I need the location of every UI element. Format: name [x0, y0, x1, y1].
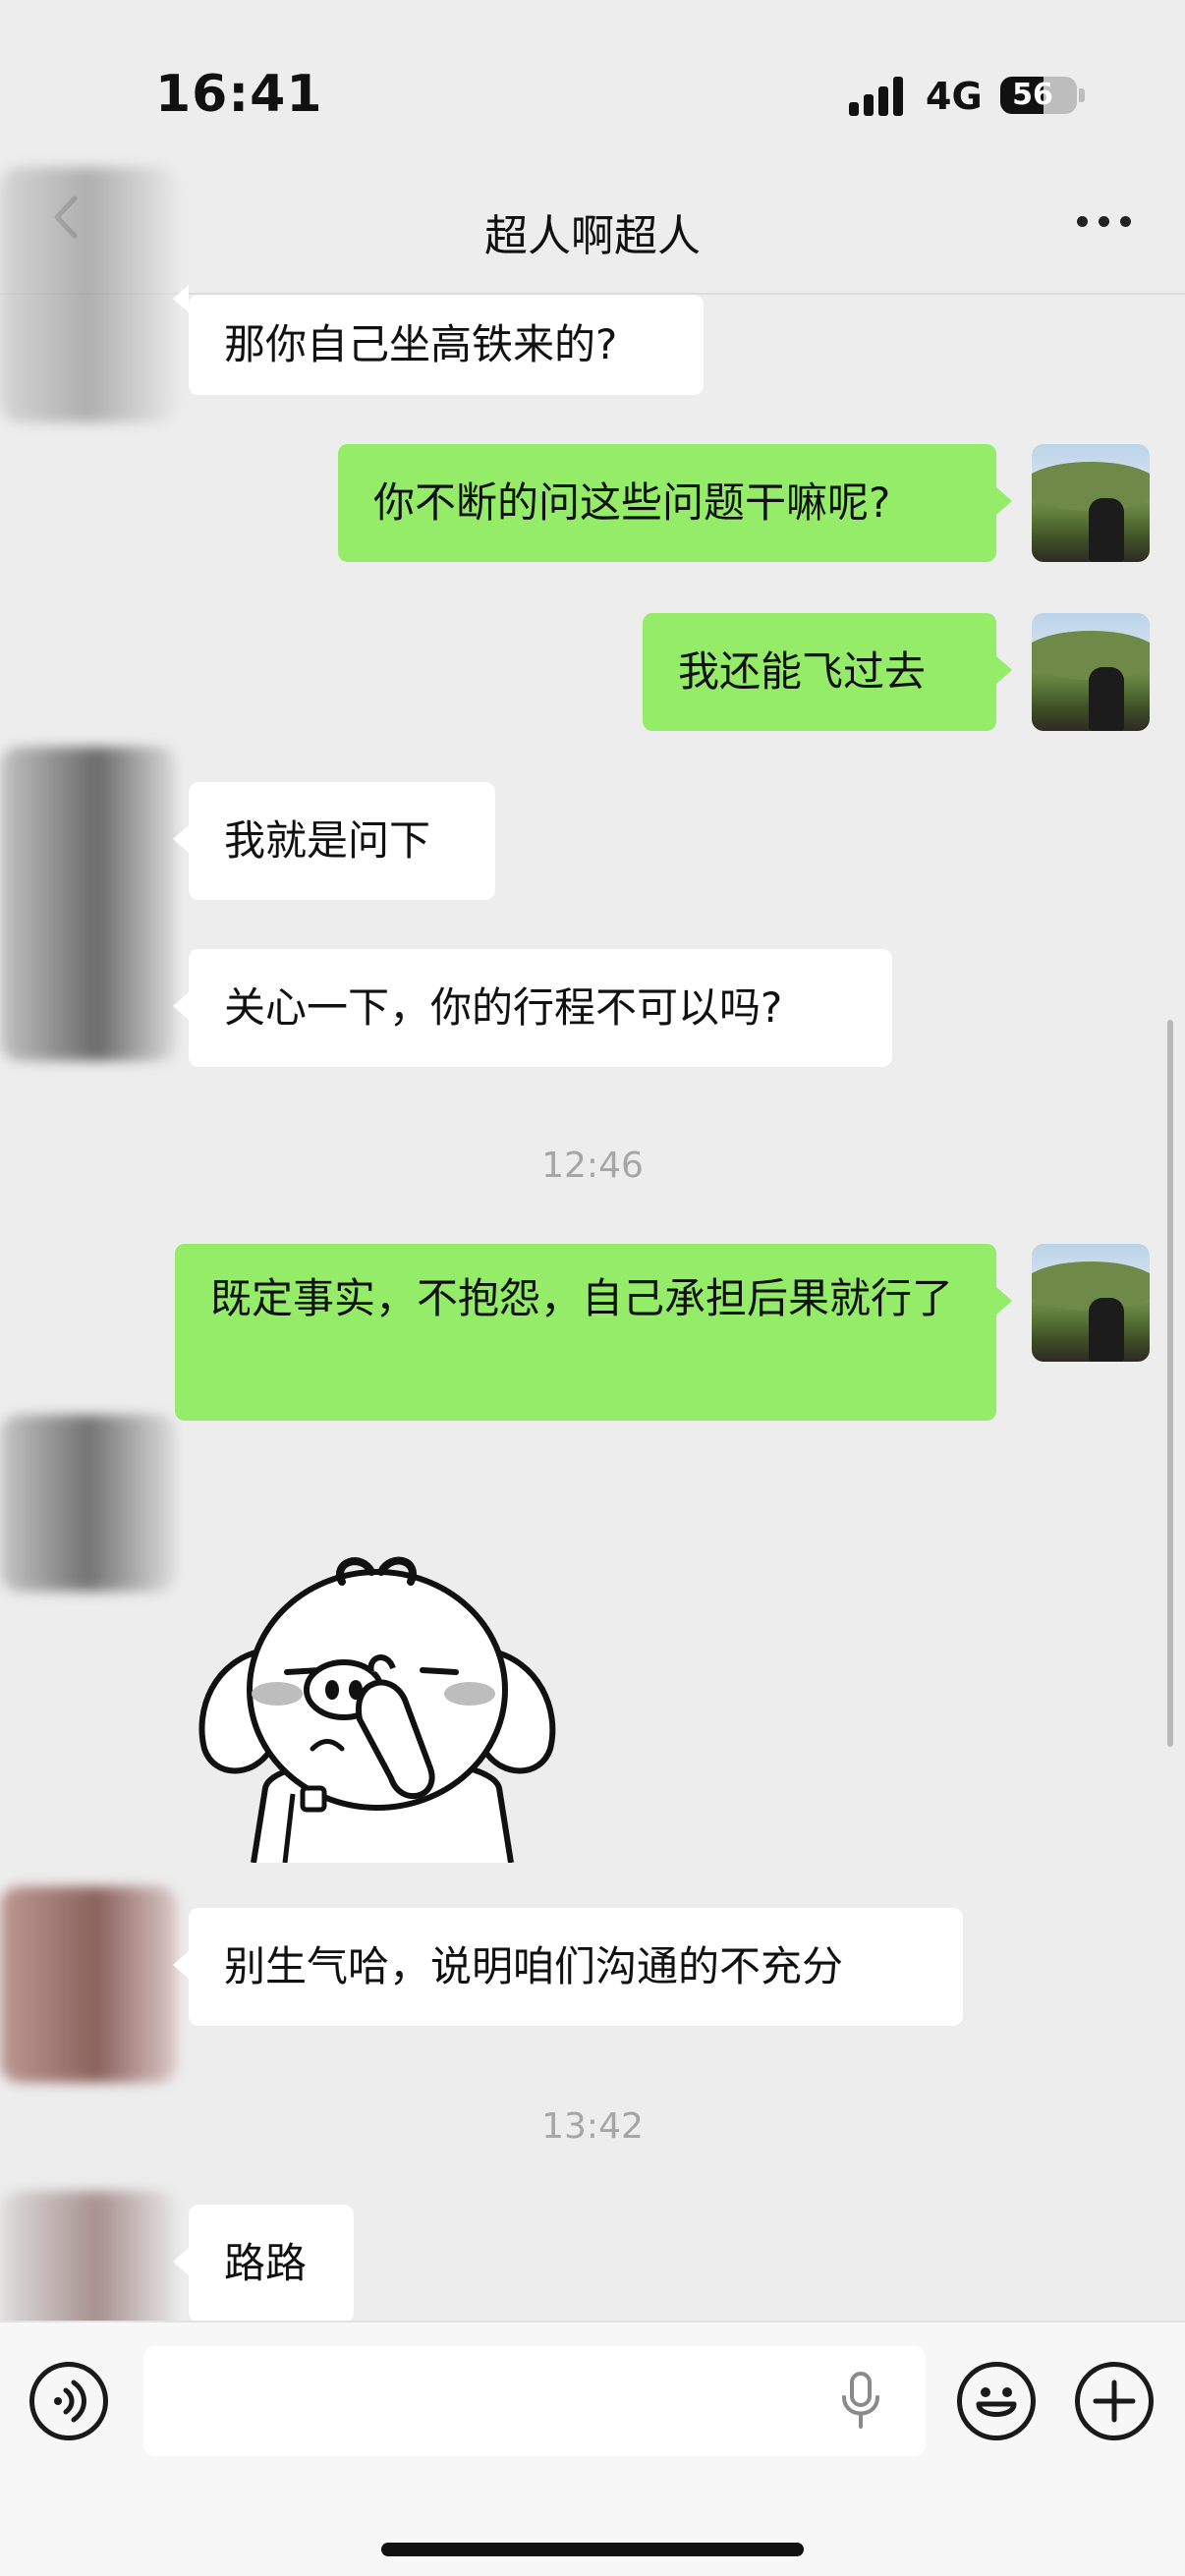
message-bubble-sent[interactable]: 既定事实，不抱怨，自己承担后果就行了 — [175, 1244, 996, 1421]
message-text: 路路 — [224, 2239, 308, 2287]
message-bubble-received[interactable]: 路路 — [189, 2205, 354, 2323]
scrollbar[interactable] — [1167, 1020, 1173, 1747]
chat-title: 超人啊超人 — [484, 211, 701, 261]
microphone-icon[interactable] — [839, 2372, 882, 2431]
message-bubble-received[interactable]: 别生气哈，说明咱们沟通的不充分 — [189, 1908, 963, 2026]
message-bubble-received[interactable]: 关心一下，你的行程不可以吗? — [189, 949, 892, 1067]
message-input[interactable] — [143, 2346, 926, 2456]
message-input-bar — [0, 2321, 1185, 2576]
message-text: 我还能飞过去 — [678, 647, 927, 696]
message-text: 那你自己坐高铁来的? — [224, 320, 618, 368]
my-avatar[interactable] — [1032, 444, 1150, 562]
contact-avatar[interactable] — [0, 167, 177, 422]
pig-thinking-sticker[interactable] — [195, 1542, 568, 1863]
battery-icon: 56 — [1000, 77, 1085, 114]
cellular-signal-icon — [849, 77, 908, 116]
message-text: 你不断的问这些问题干嘛呢? — [373, 478, 891, 527]
network-type: 4G — [926, 75, 983, 118]
message-bubble-sent[interactable]: 你不断的问这些问题干嘛呢? — [338, 444, 996, 562]
message-timestamp: 12:46 — [541, 1146, 644, 1186]
message-text: 我就是问下 — [224, 816, 431, 865]
message-bubble-sent[interactable]: 我还能飞过去 — [643, 613, 996, 731]
status-time: 16:41 — [155, 65, 323, 124]
my-avatar[interactable] — [1032, 613, 1150, 731]
message-timestamp: 13:42 — [541, 2106, 644, 2147]
status-bar: 16:41 4G 56 — [0, 0, 1185, 147]
contact-avatar[interactable] — [0, 1886, 177, 2083]
contact-avatar[interactable] — [0, 1415, 177, 1592]
message-text: 既定事实，不抱怨，自己承担后果就行了 — [210, 1274, 954, 1322]
plus-icon[interactable] — [1075, 2362, 1154, 2440]
message-bubble-received[interactable]: 那你自己坐高铁来的? — [189, 295, 704, 395]
message-text: 关心一下，你的行程不可以吗? — [224, 983, 783, 1032]
contact-avatar[interactable] — [0, 747, 177, 1061]
home-indicator[interactable] — [381, 2543, 804, 2556]
my-avatar[interactable] — [1032, 1244, 1150, 1362]
emoji-icon[interactable] — [957, 2362, 1036, 2440]
more-options-icon[interactable] — [1077, 216, 1136, 232]
voice-toggle-icon[interactable] — [29, 2362, 108, 2440]
chat-header: 超人啊超人 — [0, 147, 1185, 295]
battery-percent: 56 — [1012, 78, 1053, 112]
message-bubble-received[interactable]: 我就是问下 — [189, 782, 495, 900]
message-text: 别生气哈，说明咱们沟通的不充分 — [224, 1942, 844, 1990]
